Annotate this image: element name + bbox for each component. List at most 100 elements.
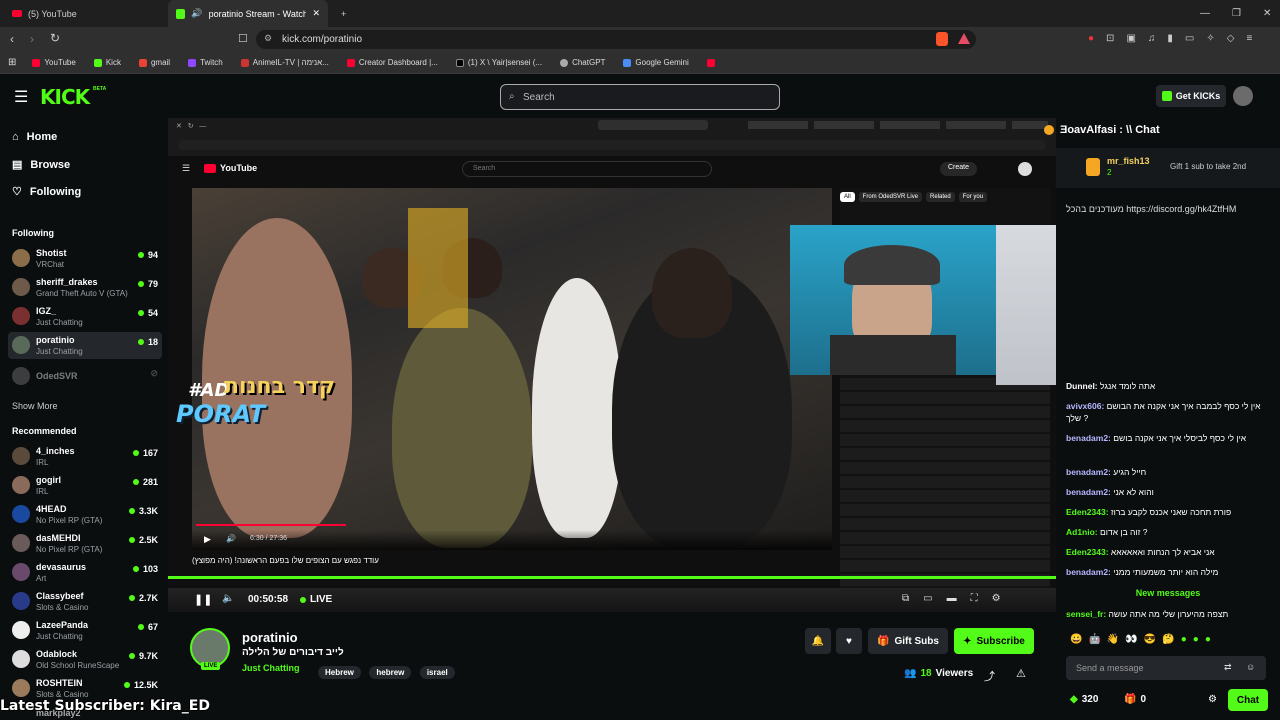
vpn-icon[interactable]: ◇ [1227, 33, 1235, 44]
stream-time: 00:50:58 [248, 594, 289, 605]
kick-logo[interactable]: KICK [40, 85, 90, 109]
extension-icon[interactable]: ⊡ [1106, 33, 1114, 44]
ai-icon[interactable]: ✧ [1206, 33, 1214, 44]
bookmark-youtube[interactable]: YouTube [32, 58, 76, 67]
url-field[interactable]: ⚙ kick.com/poratinio [256, 30, 976, 49]
music-icon[interactable]: ♫ [1148, 33, 1156, 44]
emote-icon[interactable]: 😀 [1070, 634, 1082, 645]
new-tab-button[interactable]: + [333, 0, 354, 27]
channel-name[interactable]: poratinio [242, 630, 298, 645]
follow-button[interactable]: ♥ [836, 628, 862, 654]
following-channel[interactable]: IGZ_ Just Chatting 54 [8, 303, 162, 330]
emote-icon[interactable]: ● [1181, 634, 1187, 645]
forward-icon[interactable]: › [30, 32, 34, 46]
tag[interactable]: israel [419, 666, 455, 679]
chat-input[interactable]: Send a message ⇄ ☺ [1066, 656, 1266, 680]
user-avatar[interactable] [1233, 86, 1253, 106]
fullscreen-icon[interactable]: ⛶ [971, 593, 978, 604]
recommended-channel[interactable]: 4HEAD No Pixel RP (GTA) 3.3K [8, 501, 162, 528]
emote-icon[interactable]: ● [1205, 634, 1211, 645]
bookmark-gmail[interactable]: gmail [138, 58, 170, 67]
minimize-icon[interactable]: — [1200, 8, 1210, 19]
extension-icon[interactable]: ▣ [1126, 33, 1135, 44]
get-kicks-button[interactable]: Get KICKs [1156, 85, 1226, 107]
recommended-channel[interactable]: gogirl IRL 281 [8, 472, 162, 499]
following-channel-offline[interactable]: OdedSVR ⊘ [8, 363, 162, 390]
emote-icon[interactable]: 🤔 [1162, 634, 1174, 645]
emote-icon[interactable]: ● [1193, 634, 1199, 645]
recommended-channel[interactable]: Odablock Old School RuneScape 9.7K [8, 646, 162, 673]
following-channel-selected[interactable]: poratinio Just Chatting 18 [8, 332, 162, 359]
nav-browse[interactable]: ▤ Browse [12, 158, 70, 172]
back-icon[interactable]: ‹ [10, 32, 14, 46]
hamburger-menu-icon[interactable]: ☰ [14, 87, 28, 107]
subscribe-button[interactable]: ✦ Subscribe [954, 628, 1034, 654]
recommended-channel[interactable]: devasaurus Art 103 [8, 559, 162, 586]
recommended-channel[interactable]: Classybeef Slots & Casino 2.7K [8, 588, 162, 615]
report-icon[interactable]: ⚠ [1016, 667, 1026, 680]
emote-icon[interactable]: 🤖 [1088, 634, 1100, 645]
following-channel[interactable]: Shotist VRChat 94 [8, 245, 162, 272]
captured-play-icon: ▶ [204, 534, 211, 544]
share-icon[interactable]: ⤴ [984, 668, 995, 684]
bookmark-chatgpt[interactable]: ChatGPT [560, 58, 605, 67]
nav-home[interactable]: ⌂ Home [12, 131, 57, 143]
kicks-balance[interactable]: ◆ 320 [1070, 694, 1098, 705]
recommended-channel[interactable]: dasMEHDI No Pixel RP (GTA) 2.5K [8, 530, 162, 557]
chat-badge-icon [1044, 125, 1054, 135]
captured-video-title: עודד נפגש עם הצופים שלו בפעם הראשונה! (ה… [192, 556, 379, 565]
emoji-icon[interactable]: ☺ [1246, 662, 1255, 672]
show-more-link[interactable]: Show More [12, 401, 58, 411]
bookmark-animeil[interactable]: AnimeIL-TV | אנימה... [240, 58, 329, 67]
bookmark-creator-dashboard[interactable]: Creator Dashboard |... [346, 58, 438, 67]
pinned-gift-banner[interactable]: mr_fish13 2 Gift 1 sub to take 2nd [1056, 148, 1280, 188]
following-channel[interactable]: sheriff_drakes Grand Theft Auto V (GTA) 79 [8, 274, 162, 301]
bookmark-youtube-2[interactable] [706, 58, 715, 67]
sidebar-icon[interactable]: ▮ [1167, 33, 1173, 44]
extension-icon[interactable]: ● [1088, 33, 1094, 44]
theater-icon[interactable]: ▬ [947, 593, 957, 604]
clip-icon[interactable]: ⧉ [902, 593, 909, 604]
translate-icon[interactable]: ⇄ [1224, 662, 1232, 673]
emote-icon[interactable]: 😎 [1144, 634, 1156, 645]
tab-youtube[interactable]: (5) YouTube [4, 0, 164, 27]
notification-button[interactable]: 🔔 [805, 628, 831, 654]
recommended-channel[interactable]: LazeePanda Just Chatting 67 [8, 617, 162, 644]
bookmark-kick[interactable]: Kick [93, 58, 121, 67]
close-icon[interactable]: ✕ [312, 8, 320, 19]
nav-following[interactable]: ♡ Following [12, 185, 81, 199]
subs-balance[interactable]: 🎁 0 [1124, 694, 1146, 705]
close-window-icon[interactable]: ✕ [1263, 8, 1271, 19]
chat-settings-icon[interactable]: ⚙ [1208, 694, 1217, 705]
bookmark-x[interactable]: (1) X \ Yair|sensei (... [455, 58, 542, 67]
new-messages-indicator[interactable]: New messages [1056, 588, 1280, 598]
volume-icon[interactable]: 🔈 [222, 593, 234, 604]
tag[interactable]: Hebrew [318, 666, 361, 679]
chat-message: Ad1nio: זוה בן אדום ? [1066, 527, 1148, 537]
site-info-icon[interactable]: ⚙ [264, 33, 272, 44]
miniplayer-icon[interactable]: ▭ [923, 593, 932, 604]
tab-kick[interactable]: 🔊 poratinio Stream - Watch Live ✕ [168, 0, 328, 27]
brave-shield-icon[interactable] [936, 32, 948, 46]
menu-icon[interactable]: ≡ [1246, 33, 1252, 44]
emote-icon[interactable]: 👋 [1107, 634, 1119, 645]
bookmark-icon[interactable]: ☐ [238, 32, 248, 45]
brave-rewards-icon[interactable] [958, 33, 970, 44]
pause-icon[interactable]: ❚❚ [194, 593, 212, 606]
stream-progress-bar [168, 576, 1056, 579]
reload-icon[interactable]: ↻ [50, 31, 60, 45]
settings-icon[interactable]: ⚙ [992, 593, 1001, 604]
category-link[interactable]: Just Chatting [242, 663, 300, 673]
tag[interactable]: hebrew [369, 666, 412, 679]
address-bar-row: ‹ › ↻ ☐ ⚙ kick.com/poratinio ● ⊡ ▣ ♫ ▮ ▭… [0, 27, 1280, 52]
apps-grid-icon[interactable]: ⊞ [8, 57, 16, 68]
wallet-icon[interactable]: ▭ [1185, 33, 1194, 44]
emote-icon[interactable]: 👀 [1125, 634, 1137, 645]
maximize-icon[interactable]: ❐ [1232, 8, 1241, 19]
bookmark-twitch[interactable]: Twitch [188, 58, 223, 67]
bookmark-gemini[interactable]: Google Gemini [623, 58, 689, 67]
gift-subs-button[interactable]: 🎁 Gift Subs [868, 628, 948, 654]
recommended-channel[interactable]: 4_inches IRL 167 [8, 443, 162, 470]
chat-send-button[interactable]: Chat [1228, 689, 1268, 711]
search-input[interactable]: ⌕ Search [500, 84, 780, 110]
